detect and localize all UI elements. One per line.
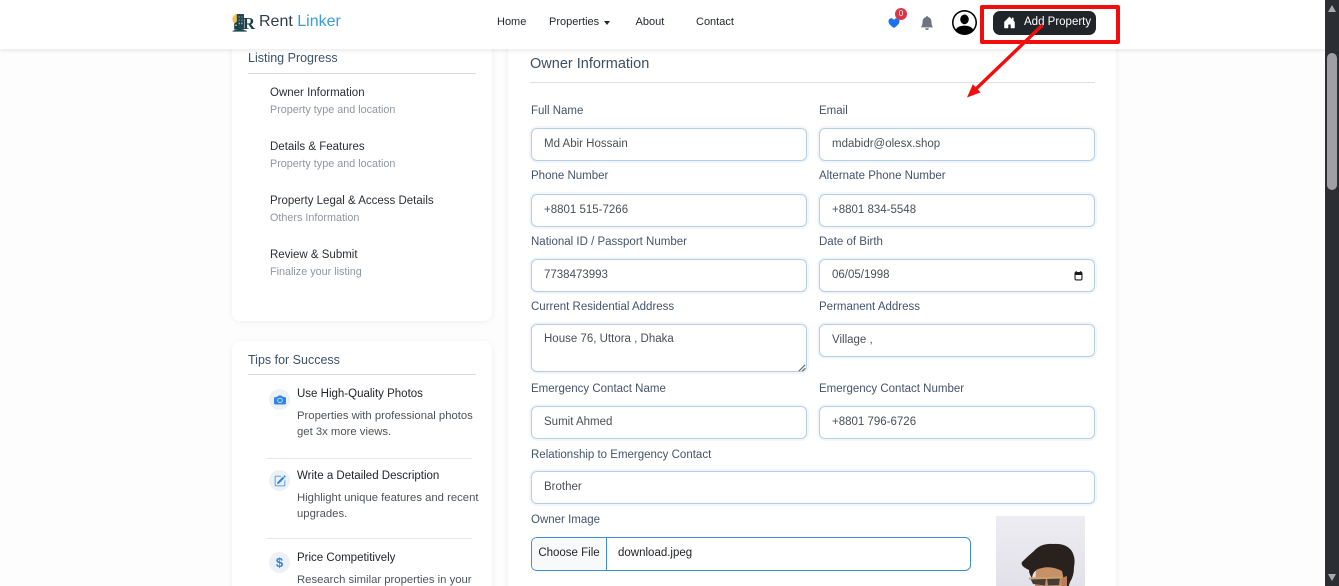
- svg-text:R: R: [243, 14, 256, 33]
